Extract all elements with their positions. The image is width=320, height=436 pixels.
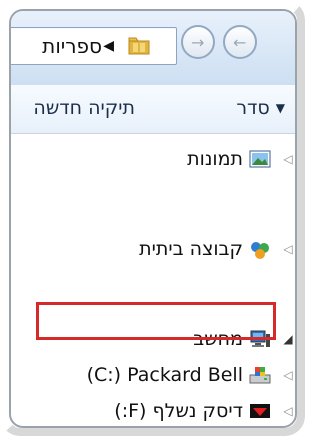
- breadcrumb-libraries[interactable]: ספריות: [42, 34, 102, 58]
- expand-arrow-icon[interactable]: ◁: [281, 152, 295, 166]
- expand-arrow-icon[interactable]: ◁: [281, 368, 295, 382]
- navigation-tree: ◁ תמונות ◁ קבוצה ביתית ◢ מחשב ◁ (C:) Pac…: [11, 133, 295, 426]
- expand-arrow-icon[interactable]: ◁: [281, 242, 295, 256]
- breadcrumb-chevron-icon[interactable]: ◀: [103, 38, 114, 54]
- highlight-box: [36, 302, 276, 340]
- organize-label: סדר: [236, 97, 270, 119]
- tree-item-removable-disk[interactable]: ◁ דיסק נשלף (F:): [114, 397, 295, 425]
- drive-c-icon: [249, 366, 271, 384]
- tree-item-label: תמונות: [187, 148, 243, 170]
- explorer-window: ▽ → ← ◀ ספריו: [0, 0, 305, 436]
- window-content: ▽ → ← ◀ ספריו: [9, 9, 297, 428]
- tree-item-label: קבוצה ביתית: [139, 238, 243, 260]
- tree-item-label: דיסק נשלף (F:): [114, 400, 243, 422]
- organize-dropdown-icon: ▼: [275, 101, 285, 115]
- back-arrow-icon[interactable]: ←: [223, 25, 257, 59]
- usb-drive-icon: [249, 402, 271, 420]
- tree-item-drive-c[interactable]: ◁ (C:) Packard Bell: [87, 361, 295, 389]
- forward-arrow-icon[interactable]: →: [181, 25, 215, 59]
- address-bar[interactable]: ◀ ספריות: [11, 27, 177, 65]
- pictures-icon: [249, 150, 271, 168]
- command-toolbar: סדר ▼ תיקיה חדשה: [11, 85, 295, 134]
- library-folder-icon: [128, 36, 152, 56]
- tree-item-homegroup[interactable]: ◁ קבוצה ביתית: [139, 235, 295, 263]
- expand-arrow-icon[interactable]: ◁: [281, 404, 295, 418]
- expanded-arrow-icon[interactable]: ◢: [281, 332, 295, 346]
- tree-item-label: (C:) Packard Bell: [86, 364, 243, 386]
- organize-button[interactable]: סדר ▼: [236, 97, 285, 119]
- tree-item-pictures[interactable]: ◁ תמונות: [187, 145, 295, 173]
- navigation-buttons: → ←: [181, 25, 271, 65]
- address-area: ▽ → ← ◀ ספריו: [11, 11, 295, 86]
- homegroup-icon: [249, 240, 271, 259]
- new-folder-button[interactable]: תיקיה חדשה: [33, 97, 135, 119]
